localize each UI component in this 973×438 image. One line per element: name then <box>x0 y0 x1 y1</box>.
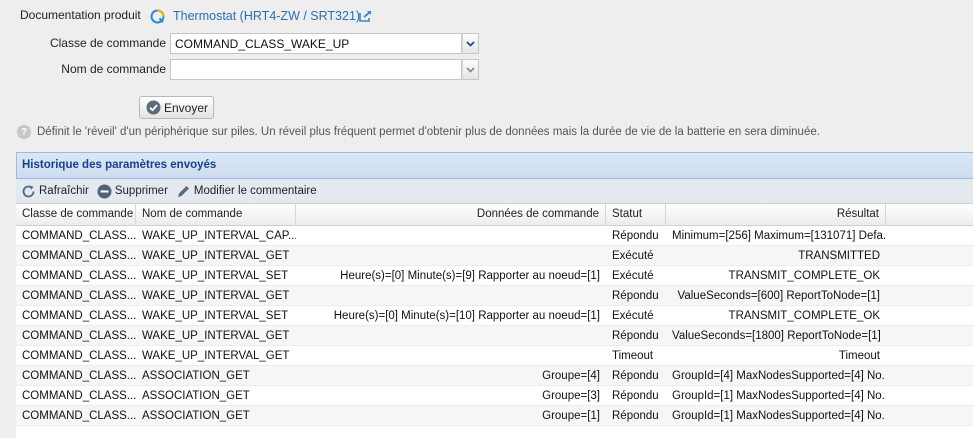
delete-button[interactable]: Supprimer <box>97 184 168 199</box>
cell-command-class: COMMAND_CLASS... <box>22 270 136 282</box>
pencil-icon <box>177 185 189 197</box>
cell-command-name: WAKE_UP_INTERVAL_CAP... <box>142 230 296 242</box>
refresh-icon <box>22 185 35 197</box>
refresh-button[interactable]: Rafraîchir <box>21 184 89 199</box>
help-text: ? Définit le 'réveil' d'un périphérique … <box>17 125 820 139</box>
edit-comment-button[interactable]: Modifier le commentaire <box>176 184 317 199</box>
table-row[interactable]: COMMAND_CLASS... ASSOCIATION_GET Groupe=[4… <box>16 366 973 386</box>
table-row[interactable]: COMMAND_CLASS... ASSOCIATION_GET Groupe=[3… <box>16 386 973 406</box>
cell-status: Timeout <box>612 350 654 362</box>
doc-label: Documentation produit <box>20 8 141 22</box>
cell-status: Exécuté <box>612 310 654 322</box>
cell-result: Minimum=[256] Maximum=[131071] Defa... <box>672 230 886 242</box>
cell-status: Exécuté <box>612 270 654 282</box>
history-panel: Historique des paramètres envoyés Rafraî… <box>16 152 973 438</box>
table-row[interactable]: COMMAND_CLASS... ASSOCIATION_GET Groupe=[1… <box>16 406 973 426</box>
cell-command-name: WAKE_UP_INTERVAL_SET <box>142 310 289 322</box>
cell-command-data <box>296 246 606 266</box>
cell-status: Répondu <box>612 330 659 342</box>
cell-result: TRANSMIT_COMPLETE_OK <box>728 270 880 282</box>
cell-command-data <box>296 326 606 346</box>
cell-command-class: COMMAND_CLASS... <box>22 370 136 382</box>
delete-label: Supprimer <box>114 185 168 197</box>
cell-command-name: WAKE_UP_INTERVAL_GET <box>142 250 290 262</box>
table-row[interactable]: COMMAND_CLASS... WAKE_UP_INTERVAL_GET Répo… <box>16 286 973 306</box>
send-button[interactable]: Envoyer <box>139 96 214 119</box>
command-class-dropdown-button[interactable] <box>462 33 479 54</box>
cell-command-data <box>296 226 606 246</box>
column-header-name[interactable]: Nom de commande <box>136 204 296 226</box>
cell-result: TRANSMITTED <box>798 250 880 262</box>
cell-command-data: Heure(s)=[0] Minute(s)=[10] Rapporter au… <box>333 310 600 322</box>
cell-command-class: COMMAND_CLASS... <box>22 310 136 322</box>
history-toolbar: Rafraîchir Supprimer Modifier le comment… <box>16 179 973 204</box>
table-row[interactable]: COMMAND_CLASS... WAKE_UP_INTERVAL_GET Exéc… <box>16 246 973 266</box>
command-name-label: Nom de commande <box>61 62 166 76</box>
history-panel-title: Historique des paramètres envoyés <box>16 152 973 179</box>
cell-command-class: COMMAND_CLASS... <box>22 230 136 242</box>
column-header-status[interactable]: Statut <box>606 204 666 226</box>
cell-command-class: COMMAND_CLASS... <box>22 250 136 262</box>
cell-command-class: COMMAND_CLASS... <box>22 410 136 422</box>
help-icon: ? <box>17 125 31 139</box>
cell-status: Répondu <box>612 290 659 302</box>
cell-status: Répondu <box>612 410 659 422</box>
cell-result: ValueSeconds=[1800] ReportToNode=[1] <box>672 330 881 342</box>
command-name-dropdown-button[interactable] <box>462 59 479 80</box>
cell-command-data: Groupe=[1] <box>542 410 600 422</box>
cell-command-data <box>296 286 606 306</box>
minus-circle-icon <box>97 184 112 198</box>
help-text-content: Définit le 'réveil' d'un périphérique su… <box>37 126 820 138</box>
column-header-class[interactable]: Classe de commande <box>16 204 136 226</box>
cell-result: TRANSMIT_COMPLETE_OK <box>728 310 880 322</box>
cell-command-name: ASSOCIATION_GET <box>142 410 250 422</box>
column-header-result[interactable]: Résultat <box>666 204 886 226</box>
cell-command-name: WAKE_UP_INTERVAL_GET <box>142 290 290 302</box>
cell-command-class: COMMAND_CLASS... <box>22 290 136 302</box>
cell-result: GroupId=[1] MaxNodesSupported=[4] No... <box>672 410 886 422</box>
grid-body: COMMAND_CLASS... WAKE_UP_INTERVAL_CAP... R… <box>16 226 973 426</box>
cell-command-name: WAKE_UP_INTERVAL_GET <box>142 350 290 362</box>
chevron-down-icon <box>466 66 475 73</box>
cell-command-name: ASSOCIATION_GET <box>142 390 250 402</box>
cell-command-class: COMMAND_CLASS... <box>22 350 136 362</box>
table-row[interactable]: COMMAND_CLASS... WAKE_UP_INTERVAL_SET Heur… <box>16 306 973 326</box>
table-row[interactable]: COMMAND_CLASS... WAKE_UP_INTERVAL_GET Time… <box>16 346 973 366</box>
cell-status: Répondu <box>612 230 659 242</box>
cell-result: ValueSeconds=[600] ReportToNode=[1] <box>677 290 880 302</box>
refresh-label: Rafraîchir <box>39 185 89 197</box>
cell-command-name: WAKE_UP_INTERVAL_SET <box>142 270 289 282</box>
product-doc-link[interactable]: Thermostat (HRT4-ZW / SRT321) <box>173 9 360 23</box>
cell-command-data: Heure(s)=[0] Minute(s)=[9] Rapporter au … <box>340 270 600 282</box>
chevron-down-icon <box>466 40 475 47</box>
cell-result: Timeout <box>838 350 880 362</box>
command-name-select[interactable] <box>170 59 462 80</box>
cell-command-class: COMMAND_CLASS... <box>22 390 136 402</box>
table-row[interactable]: COMMAND_CLASS... WAKE_UP_INTERVAL_CAP... R… <box>16 226 973 246</box>
cell-status: Répondu <box>612 390 659 402</box>
table-row[interactable]: COMMAND_CLASS... WAKE_UP_INTERVAL_SET Heur… <box>16 266 973 286</box>
column-header-data[interactable]: Données de commande <box>296 204 606 226</box>
zwave-logo-icon <box>150 9 165 24</box>
cell-command-name: ASSOCIATION_GET <box>142 370 250 382</box>
cell-status: Exécuté <box>612 250 654 262</box>
cell-command-data: Groupe=[4] <box>542 370 600 382</box>
cell-command-class: COMMAND_CLASS... <box>22 330 136 342</box>
grid-header: Classe de commande Nom de commande Donné… <box>16 204 973 226</box>
cell-result: GroupId=[4] MaxNodesSupported=[4] No... <box>672 370 886 382</box>
send-button-label: Envoyer <box>164 100 209 115</box>
external-link-icon[interactable] <box>358 9 373 23</box>
cell-status: Répondu <box>612 370 659 382</box>
cell-command-data: Groupe=[3] <box>542 390 600 402</box>
check-circle-icon <box>146 100 161 115</box>
cell-result: GroupId=[1] MaxNodesSupported=[4] No... <box>672 390 886 402</box>
cell-command-data <box>296 346 606 366</box>
edit-comment-label: Modifier le commentaire <box>193 185 317 197</box>
command-class-label: Classe de commande <box>49 36 166 50</box>
command-class-select[interactable]: COMMAND_CLASS_WAKE_UP <box>170 33 462 54</box>
table-row[interactable]: COMMAND_CLASS... WAKE_UP_INTERVAL_GET Répo… <box>16 326 973 346</box>
cell-command-name: WAKE_UP_INTERVAL_GET <box>142 330 290 342</box>
